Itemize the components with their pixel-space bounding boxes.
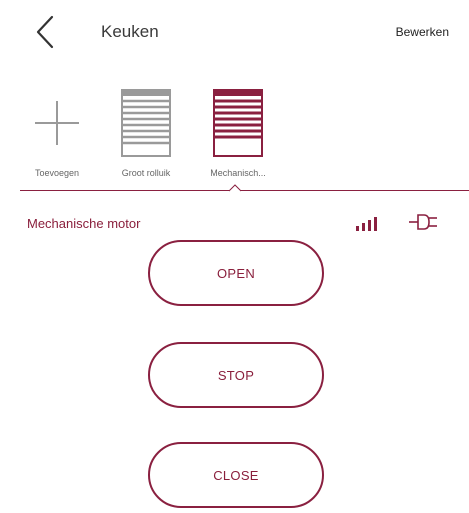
roller-shutter-icon bbox=[213, 89, 263, 157]
roller-shutter-icon bbox=[121, 89, 171, 157]
device-label-groot-rolluik: Groot rolluik bbox=[121, 168, 171, 178]
page-title: Keuken bbox=[101, 22, 159, 41]
device-item-add[interactable]: Toevoegen bbox=[12, 80, 102, 180]
signal-strength-icon bbox=[356, 217, 377, 231]
plus-icon bbox=[35, 101, 79, 145]
back-button[interactable] bbox=[28, 14, 62, 50]
device-name: Mechanische motor bbox=[27, 216, 141, 231]
top-bar: Keuken Bewerken bbox=[0, 0, 469, 64]
device-item-mechanisch[interactable]: Mechanisch... bbox=[193, 80, 283, 180]
divider bbox=[20, 190, 469, 191]
chevron-left-icon bbox=[36, 15, 54, 49]
device-list: Toevoegen Groot rolluik Mechanisch... bbox=[0, 80, 469, 190]
stop-button[interactable]: STOP bbox=[148, 342, 324, 408]
open-button[interactable]: OPEN bbox=[148, 240, 324, 306]
close-button[interactable]: CLOSE bbox=[148, 442, 324, 508]
edit-button[interactable]: Bewerken bbox=[396, 25, 449, 39]
device-label-mechanisch: Mechanisch... bbox=[210, 168, 266, 178]
selection-caret-icon bbox=[229, 184, 241, 192]
device-label-add: Toevoegen bbox=[34, 168, 80, 178]
plug-icon bbox=[409, 214, 437, 230]
device-item-groot-rolluik[interactable]: Groot rolluik bbox=[101, 80, 191, 180]
